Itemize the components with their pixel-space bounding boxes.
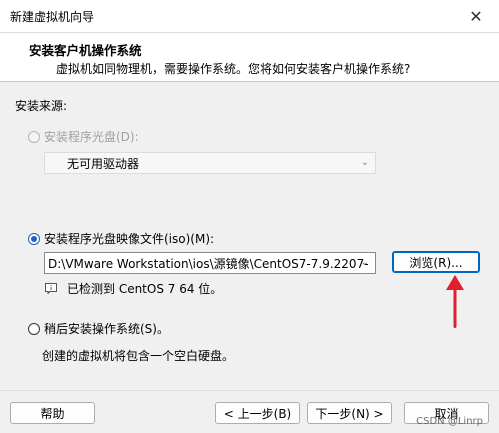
radio-button-disc [28, 130, 40, 143]
wizard-header: 安装客户机操作系统 虚拟机如同物理机，需要操作系统。您将如何安装客户机操作系统? [0, 33, 499, 82]
iso-path-value[interactable]: D:\VMware Workstation\ios\源镜像\CentOS7-7.… [48, 255, 368, 272]
back-button[interactable]: < 上一步(B) [215, 402, 300, 424]
iso-path-combobox[interactable]: D:\VMware Workstation\ios\源镜像\CentOS7-7.… [44, 252, 376, 274]
title-bar: 新建虚拟机向导 ✕ [0, 0, 499, 33]
detected-os-text: 已检测到 CentOS 7 64 位。 [67, 282, 223, 296]
new-vm-wizard-window: 新建虚拟机向导 ✕ 安装客户机操作系统 虚拟机如同物理机，需要操作系统。您将如何… [0, 0, 499, 433]
close-icon[interactable]: ✕ [453, 0, 499, 32]
radio-label-later: 稍后安装操作系统(S)。 [44, 322, 169, 336]
browse-button[interactable]: 浏览(R)... [392, 251, 480, 273]
radio-installer-disc: 安装程序光盘(D): [28, 128, 139, 145]
next-button[interactable]: 下一步(N) > [307, 402, 392, 424]
radio-iso-image[interactable]: 安装程序光盘映像文件(iso)(M): [28, 230, 214, 247]
disc-drive-value: 无可用驱动器 [67, 156, 140, 171]
radio-install-later[interactable]: 稍后安装操作系统(S)。 [28, 320, 169, 337]
chevron-down-icon[interactable]: ⌄ [361, 257, 369, 268]
page-subtitle: 虚拟机如同物理机，需要操作系统。您将如何安装客户机操作系统? [56, 62, 411, 76]
footer-divider [0, 390, 499, 391]
radio-button-later[interactable] [28, 322, 40, 335]
watermark: CSDN @Linrp [416, 416, 483, 427]
window-title: 新建虚拟机向导 [10, 10, 95, 24]
radio-button-iso[interactable] [28, 232, 40, 245]
install-source-label: 安装来源: [15, 99, 68, 113]
page-title: 安装客户机操作系统 [29, 43, 142, 58]
help-button[interactable]: 帮助 [10, 402, 95, 424]
radio-label-disc: 安装程序光盘(D): [44, 130, 139, 144]
later-install-note: 创建的虚拟机将包含一个空白硬盘。 [42, 349, 235, 363]
annotation-arrow-icon [446, 275, 464, 328]
detection-status: 已检测到 CentOS 7 64 位。 [45, 280, 222, 297]
info-message-icon [45, 283, 57, 295]
chevron-down-icon: ⌄ [360, 157, 369, 168]
disc-drive-select: 无可用驱动器 ⌄ [44, 152, 376, 174]
radio-label-iso: 安装程序光盘映像文件(iso)(M): [44, 232, 215, 246]
